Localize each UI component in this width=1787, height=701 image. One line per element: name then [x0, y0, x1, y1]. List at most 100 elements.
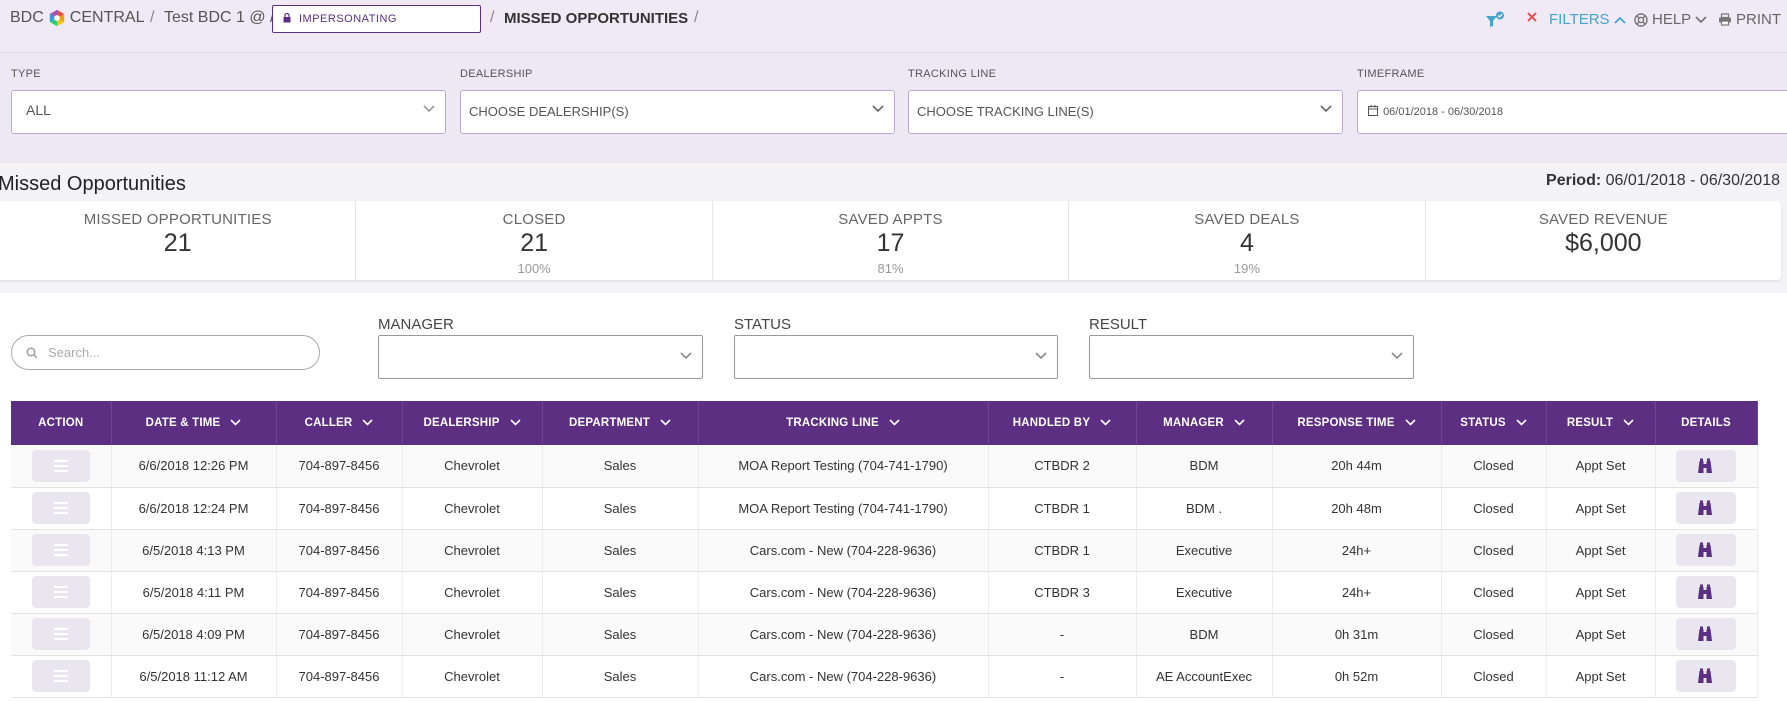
row-action-menu-button[interactable] [31, 618, 90, 650]
timeframe-input[interactable]: 06/01/2018 - 06/30/2018 [1357, 90, 1787, 134]
header-label: RESPONSE TIME [1297, 417, 1395, 429]
print-label: PRINT [1736, 11, 1781, 28]
impersonating-input[interactable]: IMPERSONATING [272, 5, 481, 33]
dealership-select[interactable]: CHOOSE DEALERSHIP(S) [460, 90, 895, 134]
header-label: MANAGER [1163, 417, 1224, 429]
clear-filters-button[interactable] [1526, 11, 1538, 23]
stat-label: SAVED DEALS [1194, 211, 1300, 228]
chevron-down-icon [1391, 352, 1403, 360]
row-action-menu-button[interactable] [31, 492, 90, 524]
row-details-button[interactable] [1676, 618, 1736, 650]
row-dealership: Chevrolet [402, 487, 543, 530]
row-tracking-line: Cars.com - New (704-228-9636) [698, 571, 989, 614]
manager-select[interactable] [378, 335, 703, 379]
row-response-time: 0h 52m [1272, 655, 1442, 698]
column-header-handled-by[interactable]: HANDLED BY [988, 401, 1137, 445]
row-details-button[interactable] [1676, 576, 1736, 608]
binoculars-icon [1698, 500, 1712, 515]
period-display: Period: 06/01/2018 - 06/30/2018 [1546, 172, 1780, 190]
column-header-dealership[interactable]: DEALERSHIP [402, 401, 543, 445]
header-label: DETAILS [1681, 417, 1731, 429]
filter-bar: TYPE ALL DEALERSHIP CHOOSE DEALERSHIP(S)… [0, 52, 1787, 163]
chevron-down-icon [1695, 15, 1707, 23]
header-label: TRACKING LINE [786, 417, 879, 429]
chevron-up-icon [1613, 16, 1626, 24]
type-select-value: ALL [26, 102, 51, 118]
header-label: CALLER [304, 417, 353, 429]
row-action-menu-button[interactable] [31, 660, 90, 692]
period-value: 06/01/2018 - 06/30/2018 [1605, 172, 1780, 189]
stat-closed: CLOSED 21 100% [356, 201, 713, 280]
hamburger-menu-icon [53, 459, 68, 472]
row-date-time: 6/6/2018 12:26 PM [111, 445, 277, 488]
search-icon [26, 347, 38, 359]
column-header-department[interactable]: DEPARTMENT [542, 401, 699, 445]
chevron-down-icon [1234, 419, 1245, 427]
row-details-button[interactable] [1676, 534, 1736, 566]
column-header-manager[interactable]: MANAGER [1136, 401, 1273, 445]
hamburger-menu-icon [53, 628, 68, 640]
row-details-button[interactable] [1676, 449, 1736, 482]
table-header-row: ACTION DATE & TIME CALLER DEALERSHIP DEP… [11, 401, 1758, 445]
table-row: 6/5/2018 4:11 PM 704-897-8456 Chevrolet Sal… [11, 571, 1758, 614]
breadcrumb-account[interactable]: Test BDC 1 @ / [164, 9, 275, 27]
help-button[interactable]: HELP [1634, 11, 1707, 28]
print-button[interactable]: PRINT [1718, 11, 1781, 28]
stat-percent: 81% [877, 261, 904, 276]
row-handled-by: - [988, 613, 1137, 656]
header-label: ACTION [38, 417, 84, 429]
stat-label: CLOSED [502, 211, 566, 228]
chevron-down-icon [230, 419, 241, 427]
row-details-button[interactable] [1676, 492, 1736, 524]
column-header-date-time[interactable]: DATE & TIME [111, 401, 277, 445]
row-tracking-line: MOA Report Testing (704-741-1790) [698, 487, 989, 530]
row-department: Sales [542, 571, 699, 614]
row-caller: 704-897-8456 [276, 487, 403, 530]
binoculars-icon [1698, 626, 1712, 641]
row-status: Closed [1441, 445, 1547, 488]
table-body: 6/6/2018 12:26 PM 704-897-8456 Chevrolet Sa… [11, 445, 1758, 698]
brand-logo[interactable]: BDC CENTRAL [10, 9, 144, 27]
chevron-down-icon [362, 419, 373, 427]
row-handled-by: CTBDR 2 [988, 445, 1137, 488]
row-result: Appt Set [1546, 613, 1656, 656]
brand-left-text: BDC [10, 9, 44, 26]
binoculars-icon [1698, 668, 1712, 683]
tracking-line-select[interactable]: CHOOSE TRACKING LINE(S) [908, 90, 1343, 134]
filter-status-icon[interactable] [1485, 11, 1505, 29]
printer-icon [1719, 13, 1731, 26]
column-header-caller[interactable]: CALLER [276, 401, 403, 445]
row-status: Closed [1441, 487, 1547, 530]
row-action-menu-button[interactable] [31, 449, 90, 482]
column-header-tracking-line[interactable]: TRACKING LINE [698, 401, 989, 445]
row-department: Sales [542, 655, 699, 698]
row-caller: 704-897-8456 [276, 445, 403, 488]
row-details-cell [1655, 571, 1758, 614]
search-input[interactable]: Search... [11, 335, 320, 370]
type-select[interactable]: ALL [11, 90, 446, 134]
stat-missed-opportunities: MISSED OPPORTUNITIES 21 [0, 201, 357, 280]
column-header-status[interactable]: STATUS [1441, 401, 1547, 445]
row-handled-by: CTBDR 1 [988, 487, 1137, 530]
stat-value: 17 [876, 229, 905, 257]
stat-label: MISSED OPPORTUNITIES [83, 211, 272, 228]
header-label: HANDLED BY [1012, 417, 1091, 429]
header-label: DEALERSHIP [423, 417, 500, 429]
table-row: 6/6/2018 12:26 PM 704-897-8456 Chevrolet Sa… [11, 445, 1758, 488]
result-select[interactable] [1089, 335, 1414, 379]
status-select[interactable] [734, 335, 1058, 379]
row-action-menu-button[interactable] [31, 534, 90, 566]
row-action-menu-button[interactable] [31, 576, 90, 608]
column-header-response-time[interactable]: RESPONSE TIME [1272, 401, 1442, 445]
row-result: Appt Set [1546, 529, 1656, 572]
filters-toggle-button[interactable]: FILTERS [1549, 11, 1626, 28]
row-result: Appt Set [1546, 571, 1656, 614]
breadcrumb-separator: / [490, 9, 495, 26]
filter-check-icon [1486, 11, 1504, 27]
header-label: STATUS [1460, 417, 1506, 429]
row-action-cell [11, 571, 112, 614]
row-status: Closed [1441, 529, 1547, 572]
stat-saved-deals: SAVED DEALS 4 19% [1069, 201, 1426, 280]
column-header-result[interactable]: RESULT [1546, 401, 1656, 445]
row-details-button[interactable] [1676, 660, 1736, 692]
